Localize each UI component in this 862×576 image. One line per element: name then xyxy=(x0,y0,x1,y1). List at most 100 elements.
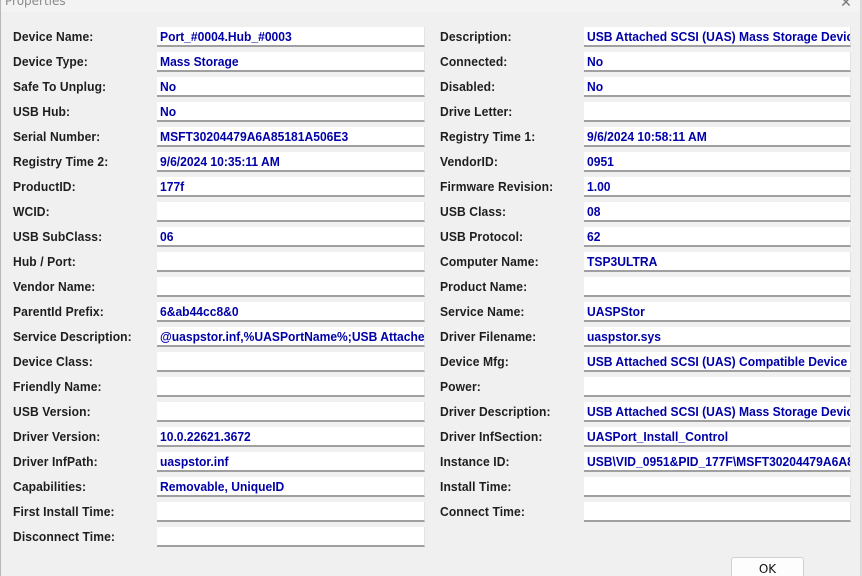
parentid-prefix-field[interactable]: 6&ab44cc8&0 xyxy=(157,302,425,322)
vendorid-field[interactable]: 0951 xyxy=(584,152,851,172)
property-label: Driver Description: xyxy=(440,404,551,419)
registry-time-1-field[interactable]: 9/6/2024 10:58:11 AM xyxy=(584,127,851,147)
property-label: Power: xyxy=(440,379,481,394)
hub-port-field[interactable] xyxy=(157,252,425,272)
connect-time-field[interactable] xyxy=(584,502,851,522)
ok-button[interactable]: OK xyxy=(731,557,804,576)
usb-subclass-field[interactable]: 06 xyxy=(157,227,425,247)
property-value: Removable, UniqueID xyxy=(160,479,285,494)
firmware-revision-field[interactable]: 1.00 xyxy=(584,177,851,197)
first-install-time-field[interactable] xyxy=(157,502,425,522)
description-field[interactable]: USB Attached SCSI (UAS) Mass Storage Dev… xyxy=(584,27,851,47)
property-label: Description: xyxy=(440,29,512,44)
property-label: Serial Number: xyxy=(13,129,101,144)
usb-version-field[interactable] xyxy=(157,402,425,422)
property-label: Vendor Name: xyxy=(13,279,96,294)
property-label: Driver Version: xyxy=(13,429,101,444)
property-value: UASPStor xyxy=(587,304,645,319)
property-label: Computer Name: xyxy=(440,254,539,269)
property-value: 10.0.22621.3672 xyxy=(160,429,251,444)
device-mfg-field[interactable]: USB Attached SCSI (UAS) Compatible Devic… xyxy=(584,352,851,372)
property-label: Safe To Unplug: xyxy=(13,79,107,94)
property-label: VendorID: xyxy=(440,154,498,169)
wcid-field[interactable] xyxy=(157,202,425,222)
usb-class-field[interactable]: 08 xyxy=(584,202,851,222)
property-label: Driver InfPath: xyxy=(13,454,98,469)
property-label: Service Name: xyxy=(440,304,525,319)
property-label: Connect Time: xyxy=(440,504,525,519)
product-name-field[interactable] xyxy=(584,277,851,297)
property-value: USB\VID_0951&PID_177F\MSFT30204479A6A851… xyxy=(587,454,850,469)
instance-id-field[interactable]: USB\VID_0951&PID_177F\MSFT30204479A6A851… xyxy=(584,452,851,472)
property-label: Device Mfg: xyxy=(440,354,509,369)
friendly-name-field[interactable] xyxy=(157,377,425,397)
property-label: Registry Time 2: xyxy=(13,154,109,169)
title-bar: Properties ✕ xyxy=(1,0,862,12)
property-label: USB Version: xyxy=(13,404,91,419)
property-label: USB SubClass: xyxy=(13,229,103,244)
property-label: Service Description: xyxy=(13,329,132,344)
property-label: Product Name: xyxy=(440,279,528,294)
install-time-field[interactable] xyxy=(584,477,851,497)
serial-number-field[interactable]: MSFT30204479A6A85181A506E3 xyxy=(157,127,425,147)
usb-hub-field[interactable]: No xyxy=(157,102,425,122)
property-value: uaspstor.sys xyxy=(587,329,661,344)
property-label: WCID: xyxy=(13,204,50,219)
property-value: No xyxy=(587,54,604,69)
property-value: 08 xyxy=(587,204,601,219)
properties-dialog: Properties ✕ Device Name: Port_#0004.Hub_… xyxy=(0,0,862,576)
drive-letter-field[interactable] xyxy=(584,102,851,122)
property-label: Instance ID: xyxy=(440,454,510,469)
property-label: ProductID: xyxy=(13,179,76,194)
property-label: Device Type: xyxy=(13,54,88,69)
connected-field[interactable]: No xyxy=(584,52,851,72)
property-value: 62 xyxy=(587,229,601,244)
property-label: Disconnect Time: xyxy=(13,529,116,544)
property-value: 1.00 xyxy=(587,179,611,194)
property-value: USB Attached SCSI (UAS) Compatible Devic… xyxy=(587,354,848,369)
driver-description-field[interactable]: USB Attached SCSI (UAS) Mass Storage Dev… xyxy=(584,402,851,422)
property-value: Port_#0004.Hub_#0003 xyxy=(160,29,292,44)
device-class-field[interactable] xyxy=(157,352,425,372)
registry-time-2-field[interactable]: 9/6/2024 10:35:11 AM xyxy=(157,152,425,172)
driver-infpath-field[interactable]: uaspstor.inf xyxy=(157,452,425,472)
power-field[interactable] xyxy=(584,377,851,397)
service-name-field[interactable]: UASPStor xyxy=(584,302,851,322)
property-value: 177f xyxy=(160,179,185,194)
property-value: USB Attached SCSI (UAS) Mass Storage Dev… xyxy=(587,404,851,419)
property-label: Install Time: xyxy=(440,479,512,494)
property-label: USB Class: xyxy=(440,204,507,219)
close-icon[interactable]: ✕ xyxy=(837,0,855,10)
property-label: ParentId Prefix: xyxy=(13,304,104,319)
vendor-name-field[interactable] xyxy=(157,277,425,297)
property-value: UASPort_Install_Control xyxy=(587,429,729,444)
property-value: TSP3ULTRA xyxy=(587,254,658,269)
computer-name-field[interactable]: TSP3ULTRA xyxy=(584,252,851,272)
property-label: Device Name: xyxy=(13,29,94,44)
property-label: Capabilities: xyxy=(13,479,87,494)
disabled-field[interactable]: No xyxy=(584,77,851,97)
property-label: Device Class: xyxy=(13,354,93,369)
property-label: USB Hub: xyxy=(13,104,71,119)
productid-field[interactable]: 177f xyxy=(157,177,425,197)
window-title: Properties xyxy=(5,0,66,8)
property-value: No xyxy=(587,79,604,94)
usb-protocol-field[interactable]: 62 xyxy=(584,227,851,247)
service-description-field[interactable]: @uaspstor.inf,%UASPortName%;USB Attached… xyxy=(157,327,425,347)
property-value: 0951 xyxy=(587,154,614,169)
safe-to-unplug-field[interactable]: No xyxy=(157,77,425,97)
driver-version-field[interactable]: 10.0.22621.3672 xyxy=(157,427,425,447)
driver-infsection-field[interactable]: UASPort_Install_Control xyxy=(584,427,851,447)
property-label: USB Protocol: xyxy=(440,229,524,244)
driver-filename-field[interactable]: uaspstor.sys xyxy=(584,327,851,347)
property-value: 06 xyxy=(160,229,174,244)
property-value: uaspstor.inf xyxy=(160,454,229,469)
disconnect-time-field[interactable] xyxy=(157,527,425,547)
property-value: No xyxy=(160,79,177,94)
property-label: Disabled: xyxy=(440,79,496,94)
device-type-field[interactable]: Mass Storage xyxy=(157,52,425,72)
property-value: USB Attached SCSI (UAS) Mass Storage Dev… xyxy=(587,29,851,44)
property-label: Hub / Port: xyxy=(13,254,76,269)
capabilities-field[interactable]: Removable, UniqueID xyxy=(157,477,425,497)
device-name-field[interactable]: Port_#0004.Hub_#0003 xyxy=(157,27,425,47)
